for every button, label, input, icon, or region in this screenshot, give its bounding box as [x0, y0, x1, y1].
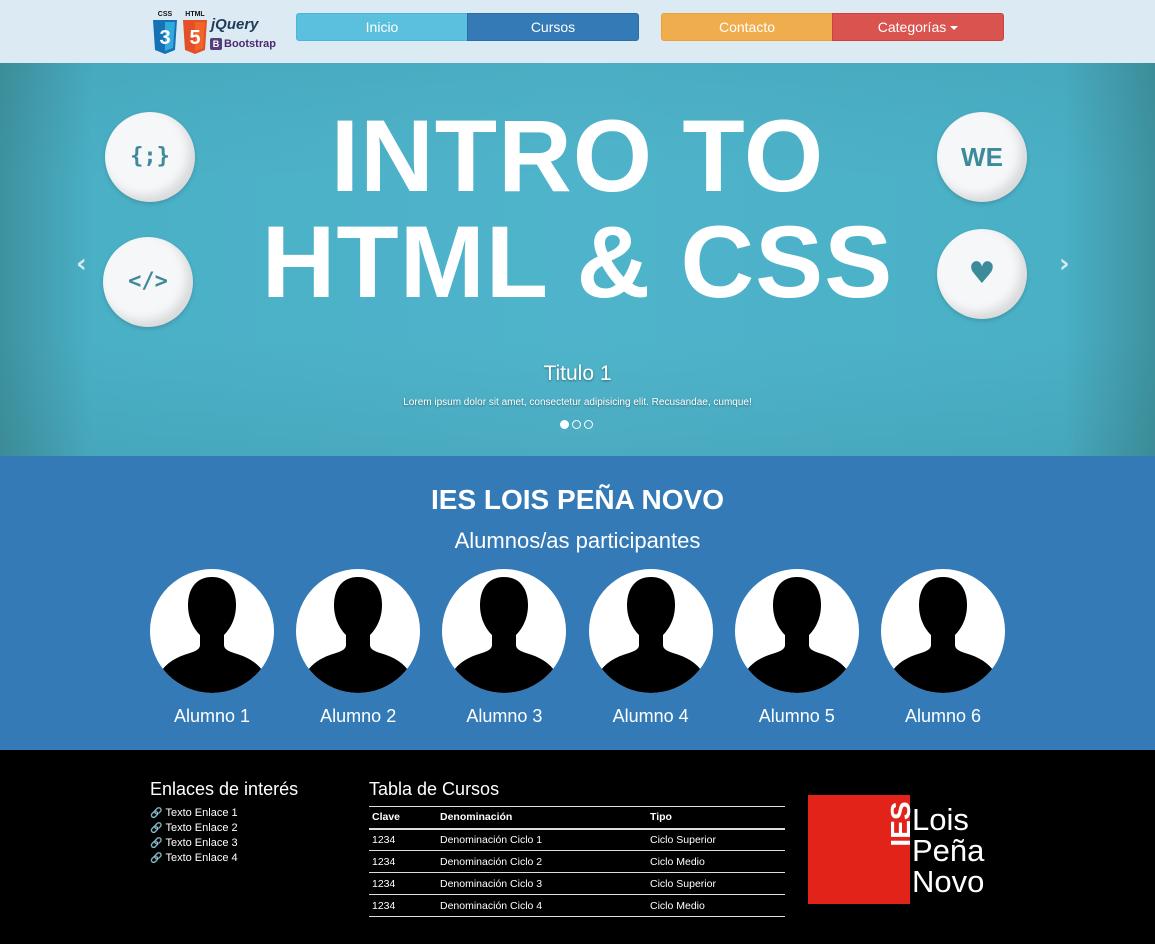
code-braces-icon: {;}	[105, 112, 195, 202]
section-subtitle: Alumnos/as participantes	[454, 528, 701, 553]
student-name: Alumno 1	[173, 706, 251, 726]
avatar	[442, 569, 567, 693]
avatar	[588, 569, 713, 693]
css3-logo: CSS 3	[152, 11, 178, 55]
code-tag-icon: </>	[103, 237, 193, 327]
courses-table-title: Tabla de Cursos	[369, 779, 500, 799]
link-icon: 🔗	[150, 853, 163, 864]
table-row: 1234 Denominación Ciclo 4 Ciclo Medio	[369, 894, 785, 917]
table-row: 1234 Denominación Ciclo 1 Ciclo Superior	[369, 828, 785, 851]
table-cell: Denominación Ciclo 2	[437, 850, 647, 873]
table-header-cell: Tipo	[647, 806, 785, 830]
bootstrap-label: Bootstrap	[224, 38, 276, 50]
html5-number: 5	[189, 27, 200, 49]
students-section: IES LOIS PEÑA NOVO Alumnos/as participan…	[0, 456, 1155, 750]
carousel-indicator[interactable]	[560, 420, 569, 429]
html-logo-label: HTML	[185, 11, 205, 18]
table-cell: 1234	[369, 828, 437, 851]
footer-link-label: Texto Enlace 4	[165, 852, 238, 864]
carousel-caption-title: Titulo 1	[543, 362, 612, 385]
table-cell: 1234	[369, 872, 437, 895]
courses-table: Clave Denominación Tipo 1234 Denominación C…	[369, 806, 785, 917]
footer-link-label: Texto Enlace 2	[165, 822, 238, 834]
ies-logo: IES	[808, 795, 916, 904]
avatar	[150, 569, 274, 693]
school-title: IES LOIS PEÑA NOVO	[430, 484, 724, 515]
carousel-indicator[interactable]	[584, 420, 593, 429]
student-card: Alumno 5	[734, 569, 859, 727]
student-card: Alumno 6	[881, 569, 1005, 727]
table-row: 1234 Denominación Ciclo 3 Ciclo Superior	[369, 872, 785, 895]
nav-contacto-label: Contacto	[718, 19, 776, 35]
student-name: Alumno 3	[466, 706, 543, 726]
table-cell: 1234	[369, 894, 437, 917]
student-name: Alumno 2	[320, 706, 397, 726]
link-icon: 🔗	[150, 808, 163, 819]
bootstrap-badge: B	[210, 38, 222, 50]
table-cell: Ciclo Superior	[647, 828, 785, 851]
logo-school-name: Lois Peña Novo	[912, 804, 984, 897]
table-body: 1234 Denominación Ciclo 1 Ciclo Superior 12…	[369, 828, 785, 917]
avatar	[296, 569, 421, 693]
nav-cursos-button[interactable]: Cursos	[467, 13, 639, 41]
heart-icon: ♥	[937, 229, 1027, 319]
footer-link-label: Texto Enlace 3	[165, 837, 238, 849]
student-card: Alumno 2	[296, 569, 421, 727]
table-header-cell: Denominación	[437, 806, 647, 830]
links-list: 🔗 Texto Enlace 1 🔗 Texto Enlace 2 🔗 Texto Enl…	[150, 806, 238, 866]
student-card: Alumno 4	[588, 569, 713, 727]
logo-line-1: Lois	[912, 802, 969, 837]
links-title: Enlaces de interés	[150, 779, 299, 799]
logo-line-3: Novo	[912, 864, 985, 899]
hero-carousel: INTRO TO HTML & CSS {;} </> WE ♥ ‹ › Tit…	[0, 63, 1155, 456]
table-cell: Ciclo Superior	[647, 872, 785, 895]
html5-logo: HTML 5	[182, 11, 208, 55]
carousel-prev-icon[interactable]: ‹	[76, 249, 87, 279]
carousel-indicator[interactable]	[572, 420, 581, 429]
css3-number: 3	[159, 27, 170, 49]
table-cell: Denominación Ciclo 4	[437, 894, 647, 917]
table-cell: 1234	[369, 850, 437, 873]
link-icon: 🔗	[150, 838, 163, 849]
table-row: 1234 Denominación Ciclo 2 Ciclo Medio	[369, 850, 785, 873]
we-badge-icon: WE	[937, 112, 1027, 202]
nav-inicio-label: Inicio	[365, 19, 399, 35]
avatar	[881, 569, 1005, 693]
footer-link[interactable]: 🔗 Texto Enlace 2	[150, 821, 238, 836]
table-cell: Denominación Ciclo 3	[437, 872, 647, 895]
table-cell: Ciclo Medio	[647, 850, 785, 873]
jquery-logo: jQuery	[211, 16, 259, 33]
avatar	[734, 569, 859, 693]
table-header-cell: Clave	[369, 806, 437, 830]
table-header-row: Clave Denominación Tipo	[369, 806, 785, 830]
nav-cursos-label: Cursos	[530, 19, 576, 35]
carousel-indicators	[560, 420, 593, 429]
nav-categorias-dropdown[interactable]: Categorías	[832, 13, 1004, 41]
footer-link[interactable]: 🔗 Texto Enlace 4	[150, 851, 238, 866]
student-name: Alumno 6	[904, 706, 982, 726]
bootstrap-logo: B Bootstrap	[210, 38, 276, 50]
student-name: Alumno 4	[612, 706, 689, 726]
top-navbar: CSS 3 HTML 5 jQuery B Bootstrap Inicio C…	[0, 0, 1155, 63]
css-logo-label: CSS	[157, 11, 173, 18]
nav-categorias-label: Categorías	[877, 19, 947, 35]
caret-down-icon	[950, 26, 959, 31]
footer-link-label: Texto Enlace 1	[165, 807, 238, 819]
carousel-caption-text: Lorem ipsum dolor sit amet, consectetur …	[403, 397, 752, 408]
link-icon: 🔗	[150, 823, 163, 834]
nav-contacto-button[interactable]: Contacto	[661, 13, 833, 41]
table-cell: Ciclo Medio	[647, 894, 785, 917]
footer-link[interactable]: 🔗 Texto Enlace 3	[150, 836, 238, 851]
table-cell: Denominación Ciclo 1	[437, 828, 647, 851]
student-card: Alumno 3	[442, 569, 567, 727]
footer: Enlaces de interés 🔗 Texto Enlace 1 🔗 Texto…	[0, 750, 1155, 944]
footer-link[interactable]: 🔗 Texto Enlace 1	[150, 806, 238, 821]
nav-inicio-button[interactable]: Inicio	[296, 13, 468, 41]
technology-logos: CSS 3 HTML 5 jQuery B Bootstrap	[152, 11, 276, 55]
student-name: Alumno 5	[758, 706, 835, 726]
logo-line-2: Peña	[912, 833, 985, 868]
student-card: Alumno 1	[150, 569, 274, 727]
carousel-next-icon[interactable]: ›	[1059, 249, 1070, 279]
